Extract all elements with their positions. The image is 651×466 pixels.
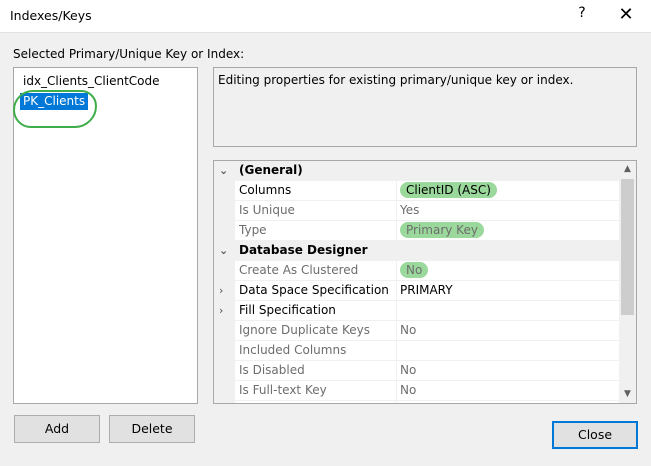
close-icon[interactable]: ✕ [612,2,640,28]
property-category[interactable]: ⌄ Database Designer [214,241,619,261]
row-gutter [214,401,235,403]
row-gutter [214,201,235,220]
property-name: Columns [239,183,292,197]
property-value-text: No [400,323,417,337]
dialog-title: Indexes/Keys [10,8,92,23]
property-name: Type [239,223,267,237]
column-divider [396,341,397,360]
property-name: Page Locks Allowed [239,401,396,403]
property-row[interactable]: Columns ClientID (ASC) [214,181,619,201]
property-value-text: PRIMARY [400,283,453,297]
column-divider [396,221,397,240]
property-name: Is Full-text Key [239,383,327,397]
row-gutter [214,221,235,240]
property-rows: ⌄ (General) Columns ClientID (ASC) Is Unique… [214,161,619,404]
row-gutter [214,281,235,300]
row-gutter [214,381,235,400]
collapse-icon[interactable]: ⌄ [219,161,228,180]
column-divider [396,201,397,220]
property-name: Included Columns [239,343,347,357]
property-value[interactable]: No [400,261,429,280]
column-divider [396,381,397,400]
property-name: Create As Clustered [239,263,359,277]
property-row[interactable]: Included Columns [214,341,619,361]
property-row[interactable]: Type Primary Key [214,221,619,241]
collapse-icon[interactable]: ⌄ [219,241,228,260]
column-divider [396,361,397,380]
row-gutter [214,321,235,340]
title-bar: Indexes/Keys ? ✕ [0,0,651,33]
description-box: Editing properties for existing primary/… [213,67,637,147]
column-divider [396,281,397,300]
property-row[interactable]: Ignore Duplicate Keys No [214,321,619,341]
property-row[interactable]: Is Disabled No [214,361,619,381]
property-value[interactable]: Yes [400,201,419,220]
property-row[interactable]: Create As Clustered No [214,261,619,281]
property-value-text: Primary Key [400,222,484,238]
property-value[interactable]: PRIMARY [400,281,453,300]
property-name: Is Disabled [239,363,305,377]
row-gutter [214,341,235,360]
scroll-thumb[interactable] [621,179,634,315]
expand-icon[interactable]: › [219,301,223,320]
property-name: (General) [239,163,303,177]
property-name: Ignore Duplicate Keys [239,323,370,337]
property-value[interactable]: No [400,381,416,400]
property-value[interactable]: ClientID (ASC) [400,181,497,200]
scroll-down-icon[interactable]: ▼ [619,386,636,403]
property-name: Fill Specification [239,303,336,317]
vertical-scrollbar[interactable]: ▲ ▼ [619,161,636,403]
row-gutter [214,181,235,200]
row-gutter [214,361,235,380]
column-divider [396,301,397,320]
row-gutter [214,261,235,280]
property-value[interactable]: Primary Key [400,221,484,240]
property-value[interactable]: No [400,361,416,380]
delete-button[interactable]: Delete [109,415,195,443]
property-value-text: No [400,262,429,278]
selection-label: Selected Primary/Unique Key or Index: [13,47,245,61]
property-value-text: ClientID (ASC) [400,182,497,198]
add-button[interactable]: Add [14,415,100,443]
property-grid[interactable]: ⌄ (General) Columns ClientID (ASC) Is Unique… [213,160,637,404]
property-value-text: Yes [400,403,419,404]
property-name: Database Designer [239,243,368,257]
column-divider [396,321,397,340]
property-name: Is Unique [239,203,295,217]
property-category[interactable]: ⌄ (General) [214,161,619,181]
close-button[interactable]: Close [552,421,638,449]
property-row[interactable]: Page Locks Allowed Yes [214,401,619,404]
property-value-text: Yes [400,203,420,217]
expand-icon[interactable]: › [219,281,223,300]
property-name: Data Space Specification [239,283,389,297]
annotation-circle [13,90,97,128]
column-divider [396,401,397,403]
property-row[interactable]: › Data Space Specification PRIMARY [214,281,619,301]
property-row[interactable]: › Fill Specification [214,301,619,321]
property-value[interactable]: No [400,321,416,340]
property-row[interactable]: Is Full-text Key No [214,381,619,401]
row-gutter [214,301,235,320]
list-item-idx-clients-clientcode[interactable]: idx_Clients_ClientCode [20,73,163,90]
property-value-text: No [400,383,417,397]
property-value-text: No [400,363,417,377]
property-row[interactable]: Is Unique Yes [214,201,619,221]
property-value[interactable]: Yes [400,401,419,404]
column-divider [396,181,397,200]
column-divider [396,261,397,280]
scroll-up-icon[interactable]: ▲ [619,161,636,178]
help-button[interactable]: ? [572,5,592,21]
